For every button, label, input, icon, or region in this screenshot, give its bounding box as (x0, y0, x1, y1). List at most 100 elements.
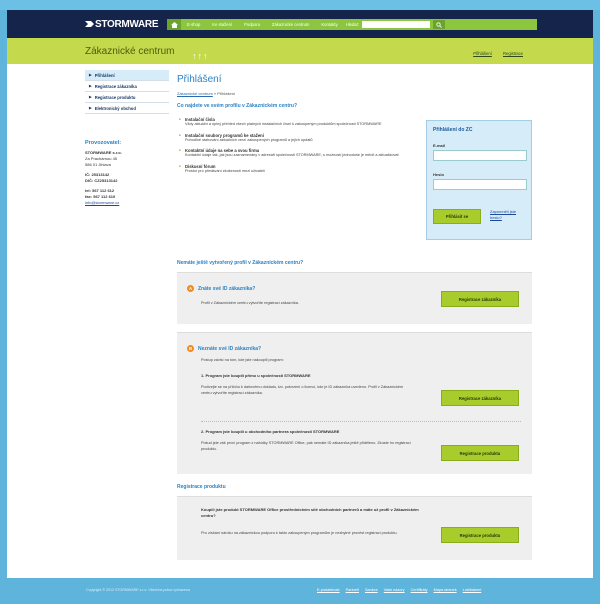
header-link-register[interactable]: Registrace (503, 51, 523, 56)
header-link-login[interactable]: Přihlášení (473, 51, 492, 56)
triangle-right-icon: ▶ (89, 73, 92, 77)
benefit-text: Kontaktní údaje tak, jak jsou zaznamenán… (185, 153, 399, 157)
sidebar-item-label: Elektronický obchod (94, 105, 136, 111)
decorative-arrows-icon: ↑↑↑ (192, 51, 209, 61)
search-button[interactable] (432, 20, 445, 29)
copyright: Copyright © 2012 STORMWARE s.r.o. Všechn… (86, 588, 190, 592)
benefit-text: Pohodlné stahování aktuálních verzí zako… (185, 137, 313, 142)
box-b-title: B Neznáte své ID zákazníka? (187, 345, 261, 352)
customer-registration-button-2[interactable]: Registrace zákazníka (441, 390, 519, 406)
product-reg-question: Koupili jste produkt STORMWARE Office pr… (201, 507, 419, 518)
nav-item-downloads[interactable]: Ke stažení (206, 22, 238, 27)
breadcrumb: Zákaznické centrum » Přihlášení (177, 91, 532, 96)
benefit-text: Vždy aktuální a úplný přehled všech plat… (185, 122, 382, 126)
page-title: Přihlášení (177, 74, 222, 85)
page: STORMWARE E-shop Ke stažení Podpora Záka… (7, 10, 593, 594)
box-a-title: A Znáte své ID zákazníka? (187, 285, 255, 292)
list-item: Diskusní fórumProstor pro předávání zkuš… (177, 164, 412, 175)
sidebar-item-eshop[interactable]: ▶ Elektronický obchod (85, 103, 169, 114)
password-label: Heslo (433, 172, 444, 177)
logo-text: STORMWARE (95, 19, 159, 30)
product-reg-heading: Registrace produktu (177, 484, 226, 490)
footer-link[interactable]: E-podatelnaé (317, 588, 340, 592)
provider-address: STORMWARE s.r.o. Za Prachárnou 45 586 01… (85, 150, 169, 168)
stormware-logo[interactable]: STORMWARE (85, 19, 159, 30)
provider-tel: tel: 567 112 612 (85, 188, 115, 193)
provider-ic: IČ: 25313142 (85, 172, 110, 177)
benefits-list: Instalační číslaVždy aktuální a úplný př… (177, 112, 412, 174)
footer-link[interactable]: Sankce (365, 588, 378, 592)
password-field[interactable] (433, 179, 527, 190)
triangle-right-icon: ▶ (89, 106, 92, 110)
forgot-password-link[interactable]: Zapomněli jste heslo? (490, 209, 528, 221)
triangle-right-icon: ▶ (89, 95, 92, 99)
email-label: E-mail (433, 143, 446, 148)
provider-info: Provozovatel: STORMWARE s.r.o. Za Prachá… (85, 140, 169, 206)
list-item: Kontaktní údaje na sebe a svou firmuKont… (177, 148, 412, 159)
nav-item-eshop[interactable]: E-shop (181, 22, 206, 27)
benefits-heading: Co najdete ve svém profilu v Zákaznickém… (177, 103, 298, 109)
footer-links: E-podatelnaé Partneři Sankce Vaše názory… (317, 588, 486, 592)
box-b-title-text: Neznáte své ID zákazníka? (198, 345, 262, 352)
logo-arrow-icon (85, 21, 94, 27)
provider-ids: IČ: 25313142 DIČ: CZ25313142 (85, 172, 169, 184)
step2-title: 2. Program jste koupili u obchodního par… (201, 429, 340, 434)
email-field[interactable] (433, 150, 527, 161)
home-button[interactable] (167, 19, 181, 30)
sidebar-item-label: Registrace produktu (94, 94, 136, 100)
login-button[interactable]: Přihlásit se (433, 209, 481, 224)
top-bar: STORMWARE E-shop Ke stažení Podpora Záka… (7, 10, 593, 38)
badge-b: B (187, 345, 194, 352)
provider-contacts: tel: 567 112 612 fax: 567 112 610 info@s… (85, 188, 169, 206)
login-title: Přihlášení do ZC (433, 127, 473, 133)
list-item: Instalační číslaVždy aktuální a úplný př… (177, 117, 412, 128)
section-header: Zákaznické centrum ↑↑↑ Přihlášení Regist… (7, 38, 593, 64)
box-product-registration: Koupili jste produkt STORMWARE Office pr… (177, 496, 532, 560)
step1-title: 1. Program jste koupili přímo u společno… (201, 373, 311, 378)
login-box: Přihlášení do ZC E-mail Heslo Přihlásit … (426, 120, 532, 240)
box-unknown-id: B Neznáte své ID zákazníka? Postup závisí… (177, 332, 532, 474)
footer-link[interactable]: Vaše názory (384, 588, 405, 592)
breadcrumb-link[interactable]: Zákaznické centrum (177, 91, 213, 96)
main-nav: E-shop Ke stažení Podpora Zákaznické cen… (167, 19, 537, 30)
divider (201, 421, 521, 422)
provider-email-link[interactable]: info@stormware.cz (85, 200, 119, 205)
footer: Copyright © 2012 STORMWARE s.r.o. Všechn… (0, 578, 600, 604)
home-icon (170, 21, 178, 28)
footer-link[interactable]: Lutžbakent (463, 588, 482, 592)
search-icon (436, 21, 442, 28)
nav-item-contacts[interactable]: Kontakty (315, 22, 343, 27)
breadcrumb-current: » Přihlášení (212, 91, 236, 96)
triangle-right-icon: ▶ (89, 84, 92, 88)
product-reg-text: Pro získání nároku na zákaznickou podpor… (201, 531, 398, 535)
header-links: Přihlášení Registrace (463, 51, 523, 56)
customer-registration-button[interactable]: Registrace zákazníka (441, 291, 519, 307)
nav-item-support[interactable]: Podpora (238, 22, 266, 27)
nav-item-customer-center[interactable]: Zákaznické centrum (266, 22, 315, 27)
main-content: Přihlášení Zákaznické centrum » Přihláše… (177, 70, 532, 560)
product-registration-button-2[interactable]: Registrace produktu (441, 527, 519, 543)
benefit-text: Prostor pro předávání zkušeností mezi už… (185, 168, 265, 173)
sidebar-item-customer-registration[interactable]: ▶ Registrace zákazníka (85, 81, 169, 92)
search-input[interactable] (361, 21, 430, 28)
list-item: Instalační soubory programů ke staženíPo… (177, 133, 412, 144)
product-registration-button[interactable]: Registrace produktu (441, 445, 519, 461)
footer-link[interactable]: Partneři (346, 588, 359, 592)
box-known-id: A Znáte své ID zákazníka? Profil v Zákazn… (177, 272, 532, 324)
provider-dic: DIČ: CZ25313142 (85, 178, 118, 183)
no-profile-heading: Nemáte ještě vytvořený profil v Zákaznic… (177, 260, 304, 266)
step2-text: Pokud jste váš první program z nabídky S… (201, 441, 411, 451)
step1-text: Podívejte se na přílohu k daňovému dokla… (201, 385, 404, 395)
sidebar-item-login[interactable]: ▶ Přihlášení (85, 70, 169, 81)
sidebar: ▶ Přihlášení ▶ Registrace zákazníka ▶ Regis… (85, 70, 169, 206)
box-b-intro: Postup závisí na tom, kde jste nakoupili… (201, 358, 284, 362)
provider-title: Provozovatel: (85, 140, 122, 146)
footer-link[interactable]: Mapa stránek (434, 588, 457, 592)
sidebar-item-label: Registrace zákazníka (94, 83, 137, 89)
footer-link[interactable]: Certifikáty (411, 588, 428, 592)
provider-city: 586 01 Jihlava (85, 162, 111, 167)
provider-fax: fax: 567 112 610 (85, 194, 116, 199)
sidebar-item-product-registration[interactable]: ▶ Registrace produktu (85, 92, 169, 103)
box-a-text: Profil v Zákaznickém centru vytvoříte re… (201, 301, 299, 305)
badge-a: A (187, 285, 194, 292)
